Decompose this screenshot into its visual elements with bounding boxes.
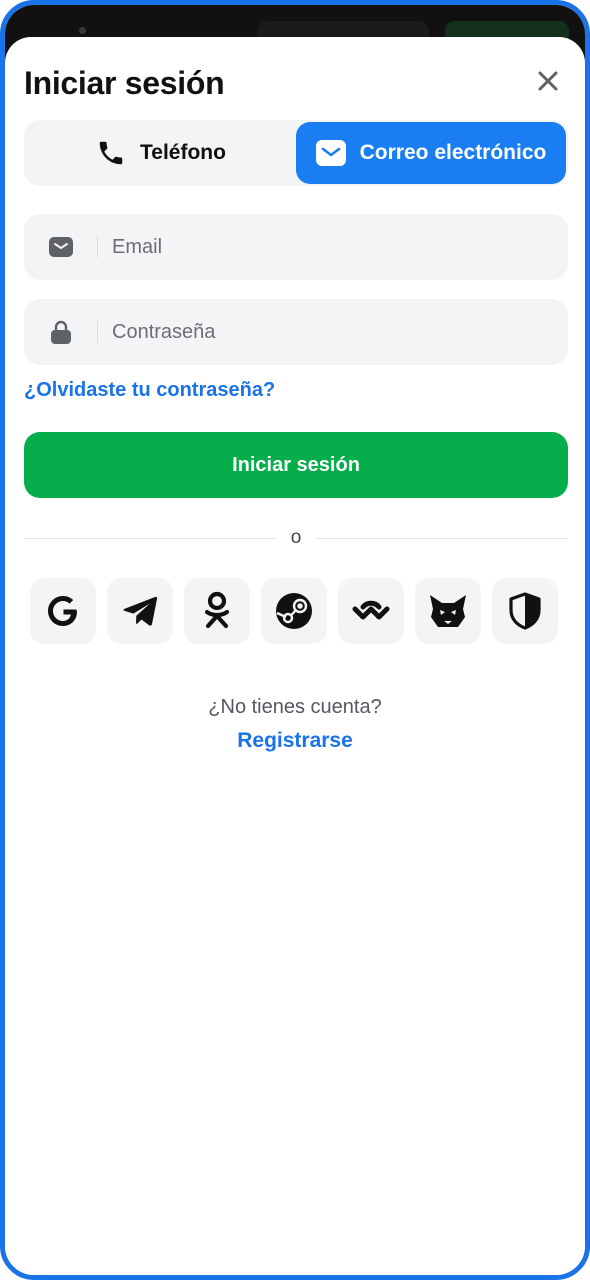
or-divider: o <box>24 527 568 550</box>
email-input[interactable]: Email <box>98 236 162 259</box>
odnoklassniki-icon <box>204 591 230 629</box>
page-title: Iniciar sesión <box>24 65 225 101</box>
tab-email[interactable]: Correo electrónico <box>296 122 566 184</box>
email-field[interactable]: Email <box>24 214 568 280</box>
login-method-tabs: Teléfono Correo electrónico <box>24 120 568 186</box>
password-input[interactable]: Contraseña <box>98 321 215 344</box>
register-link[interactable]: Registrarse <box>5 729 585 753</box>
camera-dot <box>79 27 86 34</box>
mail-icon <box>315 140 346 166</box>
close-button[interactable] <box>533 66 563 96</box>
shield-icon <box>509 592 541 630</box>
shield-login-button[interactable] <box>492 578 558 644</box>
walletconnect-icon <box>352 600 390 620</box>
mail-icon <box>24 236 98 258</box>
tab-phone[interactable]: Teléfono <box>26 122 296 184</box>
lock-icon <box>24 320 98 344</box>
telegram-icon <box>123 596 158 626</box>
login-button[interactable]: Iniciar sesión <box>24 432 568 498</box>
divider-line-right <box>316 538 568 539</box>
phone-icon <box>96 138 126 168</box>
walletconnect-login-button[interactable] <box>338 578 404 644</box>
tab-phone-label: Teléfono <box>140 141 226 164</box>
phone-frame: Iniciar sesión Teléfono Correo electróni… <box>0 0 590 1280</box>
forgot-password-link[interactable]: ¿Olvidaste tu contraseña? <box>24 379 275 402</box>
metamask-login-button[interactable] <box>415 578 481 644</box>
steam-icon <box>276 593 312 629</box>
google-icon <box>48 596 77 626</box>
metamask-icon <box>430 595 466 627</box>
steam-login-button[interactable] <box>261 578 327 644</box>
login-sheet: Iniciar sesión Teléfono Correo electróni… <box>5 37 585 1275</box>
no-account-text: ¿No tienes cuenta? <box>208 696 382 718</box>
password-field[interactable]: Contraseña <box>24 299 568 365</box>
close-icon <box>538 71 558 91</box>
odnoklassniki-login-button[interactable] <box>184 578 250 644</box>
social-login-row <box>30 578 558 644</box>
telegram-login-button[interactable] <box>107 578 173 644</box>
google-login-button[interactable] <box>30 578 96 644</box>
tab-email-label: Correo electrónico <box>359 141 547 164</box>
